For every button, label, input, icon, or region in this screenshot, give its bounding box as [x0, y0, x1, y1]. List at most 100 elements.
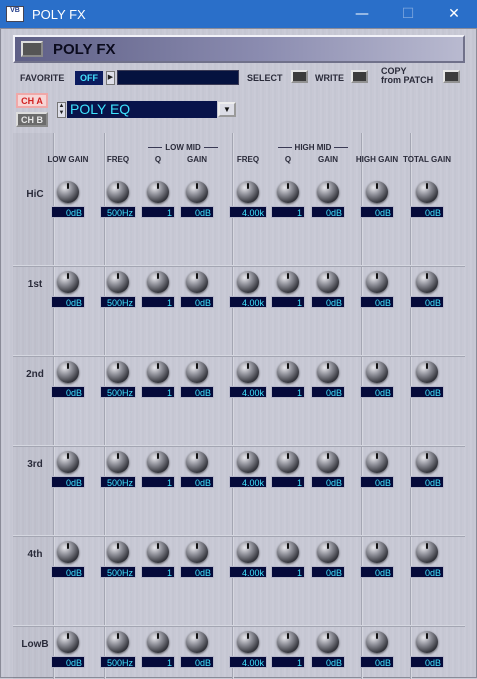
value-display[interactable]: 0dB [410, 656, 444, 668]
value-display[interactable]: 0dB [311, 476, 345, 488]
knob[interactable] [317, 541, 339, 563]
value-display[interactable]: 1 [271, 296, 305, 308]
knob[interactable] [317, 181, 339, 203]
knob[interactable] [107, 541, 129, 563]
value-display[interactable]: 0dB [360, 296, 394, 308]
value-display[interactable]: 0dB [410, 296, 444, 308]
value-display[interactable]: 4.00k [229, 566, 267, 578]
knob[interactable] [107, 361, 129, 383]
knob[interactable] [416, 181, 438, 203]
knob[interactable] [366, 451, 388, 473]
knob[interactable] [317, 271, 339, 293]
value-display[interactable]: 500Hz [100, 656, 136, 668]
value-display[interactable]: 0dB [180, 656, 214, 668]
knob[interactable] [366, 181, 388, 203]
value-display[interactable]: 500Hz [100, 386, 136, 398]
value-display[interactable]: 0dB [410, 566, 444, 578]
write-button[interactable] [351, 70, 368, 83]
value-display[interactable]: 0dB [410, 386, 444, 398]
fx-type-stepper-icon[interactable]: ▲ ▼ [57, 102, 66, 118]
knob[interactable] [186, 181, 208, 203]
value-display[interactable]: 1 [271, 566, 305, 578]
favorite-arrow-icon[interactable]: ▶ [106, 71, 115, 85]
value-display[interactable]: 4.00k [229, 386, 267, 398]
value-display[interactable]: 0dB [360, 386, 394, 398]
knob[interactable] [147, 541, 169, 563]
knob[interactable] [277, 631, 299, 653]
value-display[interactable]: 0dB [180, 296, 214, 308]
knob[interactable] [57, 361, 79, 383]
value-display[interactable]: 500Hz [100, 206, 136, 218]
channel-a-button[interactable]: CH A [16, 93, 48, 108]
knob[interactable] [317, 631, 339, 653]
knob[interactable] [57, 631, 79, 653]
value-display[interactable]: 1 [271, 476, 305, 488]
value-display[interactable]: 1 [141, 386, 175, 398]
knob[interactable] [107, 631, 129, 653]
knob[interactable] [57, 271, 79, 293]
maximize-button[interactable]: ☐ [385, 0, 431, 28]
knob[interactable] [147, 361, 169, 383]
value-display[interactable]: 0dB [180, 386, 214, 398]
value-display[interactable]: 500Hz [100, 296, 136, 308]
fx-type-dropdown-icon[interactable]: ▼ [218, 102, 236, 117]
knob[interactable] [107, 271, 129, 293]
knob[interactable] [416, 451, 438, 473]
channel-b-button[interactable]: CH B [16, 112, 48, 127]
knob[interactable] [147, 631, 169, 653]
value-display[interactable]: 4.00k [229, 656, 267, 668]
value-display[interactable]: 500Hz [100, 566, 136, 578]
knob[interactable] [366, 631, 388, 653]
knob[interactable] [416, 541, 438, 563]
knob[interactable] [317, 451, 339, 473]
knob[interactable] [147, 451, 169, 473]
knob[interactable] [277, 451, 299, 473]
value-display[interactable]: 4.00k [229, 476, 267, 488]
value-display[interactable]: 0dB [311, 566, 345, 578]
knob[interactable] [237, 361, 259, 383]
value-display[interactable]: 1 [141, 566, 175, 578]
knob[interactable] [237, 631, 259, 653]
knob[interactable] [366, 541, 388, 563]
value-display[interactable]: 0dB [180, 566, 214, 578]
knob[interactable] [237, 271, 259, 293]
copy-from-patch-button[interactable] [443, 70, 460, 83]
favorite-toggle[interactable]: OFF [75, 71, 103, 85]
value-display[interactable]: 0dB [51, 386, 85, 398]
value-display[interactable]: 0dB [360, 206, 394, 218]
fx-type-display[interactable]: POLY EQ [67, 101, 217, 118]
value-display[interactable]: 1 [141, 656, 175, 668]
value-display[interactable]: 0dB [311, 386, 345, 398]
knob[interactable] [366, 361, 388, 383]
knob[interactable] [57, 451, 79, 473]
value-display[interactable]: 500Hz [100, 476, 136, 488]
value-display[interactable]: 0dB [311, 296, 345, 308]
knob[interactable] [186, 541, 208, 563]
value-display[interactable]: 0dB [51, 566, 85, 578]
value-display[interactable]: 0dB [51, 206, 85, 218]
knob[interactable] [317, 361, 339, 383]
knob[interactable] [57, 181, 79, 203]
knob[interactable] [147, 181, 169, 203]
knob[interactable] [277, 361, 299, 383]
minimize-button[interactable]: — [339, 0, 385, 28]
knob[interactable] [237, 451, 259, 473]
value-display[interactable]: 0dB [311, 656, 345, 668]
select-button[interactable] [291, 70, 308, 83]
value-display[interactable]: 1 [141, 206, 175, 218]
knob[interactable] [416, 361, 438, 383]
knob[interactable] [237, 181, 259, 203]
value-display[interactable]: 0dB [51, 296, 85, 308]
knob[interactable] [57, 541, 79, 563]
knob[interactable] [277, 271, 299, 293]
value-display[interactable]: 1 [271, 656, 305, 668]
value-display[interactable]: 0dB [360, 476, 394, 488]
knob[interactable] [147, 271, 169, 293]
knob[interactable] [277, 181, 299, 203]
value-display[interactable]: 0dB [51, 656, 85, 668]
knob[interactable] [186, 451, 208, 473]
value-display[interactable]: 0dB [410, 476, 444, 488]
value-display[interactable]: 1 [271, 386, 305, 398]
value-display[interactable]: 4.00k [229, 296, 267, 308]
value-display[interactable]: 0dB [360, 656, 394, 668]
